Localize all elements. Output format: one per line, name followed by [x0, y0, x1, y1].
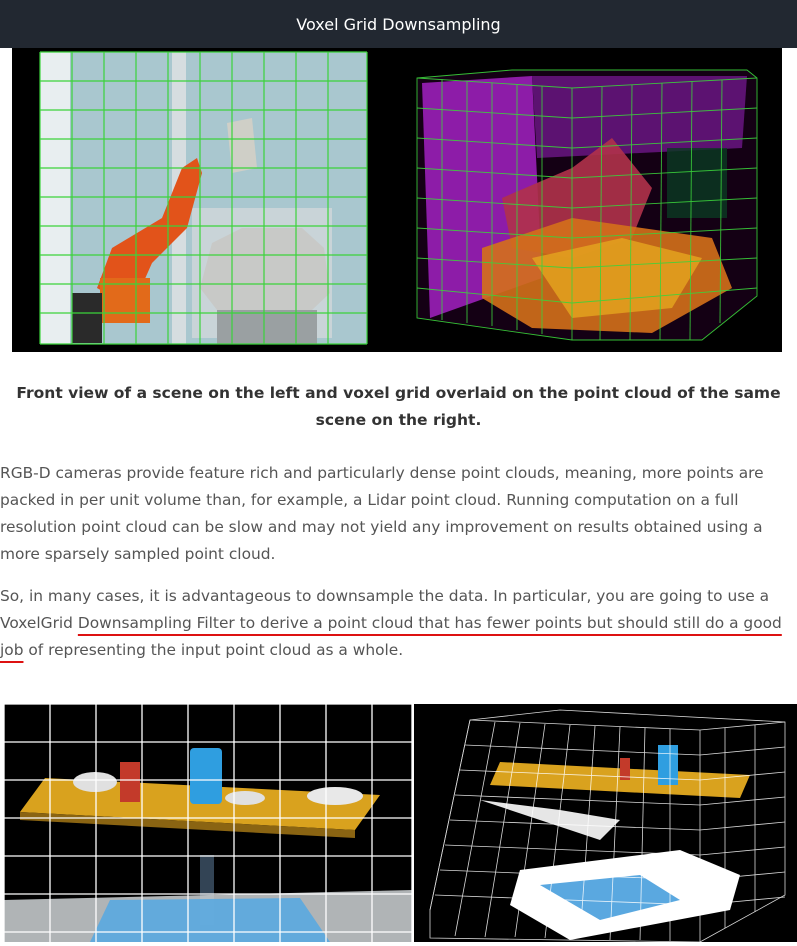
- top-header-bar: Voxel Grid Downsampling: [0, 0, 797, 48]
- car: [200, 228, 330, 310]
- page-title: Voxel Grid Downsampling: [296, 14, 501, 34]
- soda-can: [190, 748, 222, 804]
- figure1-image: [39, 51, 758, 345]
- paragraph-text-end: of representing the input point cloud as…: [23, 641, 404, 659]
- figure-scene-voxel-grid: [12, 48, 782, 352]
- paragraph-rgbd: RGB-D cameras provide feature rich and p…: [0, 464, 764, 563]
- paragraph-voxelgrid: So, in many cases, it is advantageous to…: [0, 583, 797, 664]
- figure-tabletop-voxel-grid: [0, 700, 797, 943]
- figure2-image: [3, 703, 797, 943]
- figure-caption: Front view of a scene on the left and vo…: [16, 384, 781, 429]
